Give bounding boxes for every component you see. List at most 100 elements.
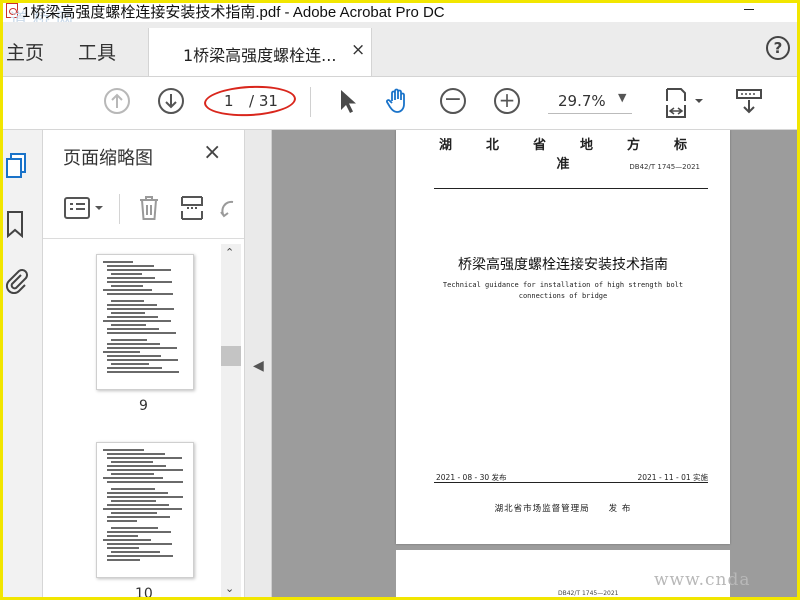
nav-tools[interactable]: 工具 <box>78 38 116 65</box>
thumbnail-text-line <box>107 304 157 306</box>
copy-pages-icon <box>6 153 26 178</box>
thumbnail-text-line <box>111 461 153 463</box>
thumbnail-text-line <box>107 453 165 455</box>
thumbnail-text-line <box>111 527 158 529</box>
document-tab-label: 1桥梁高强度螺栓连... <box>183 46 337 65</box>
zoom-in-icon: + <box>498 88 516 112</box>
panel-toolbar <box>43 182 244 239</box>
trash-icon[interactable] <box>137 194 161 222</box>
thumbnail-text-line <box>111 473 154 475</box>
page-display-button[interactable] <box>664 87 708 118</box>
panel-scrollbar[interactable]: ⌃ ⌄ <box>221 244 241 600</box>
hand-tool-button[interactable] <box>384 87 412 115</box>
thumbnail-text-line <box>107 516 170 518</box>
paperclip-icon <box>5 269 28 295</box>
panel-title: 页面缩略图 <box>63 148 153 169</box>
toolbar: 1 / 31 − + 29.7% ▼ <box>0 77 800 130</box>
document-title-en: Technical guidance for installation of h… <box>442 281 684 300</box>
document-title-cn: 桥梁高强度螺栓连接安装技术指南 <box>458 257 668 273</box>
standard-code: DB42/T 1745—2021 <box>629 163 700 171</box>
thumbnail-text-line <box>107 308 174 310</box>
help-icon[interactable]: ? <box>766 36 790 60</box>
thumbnail-text-line <box>107 343 160 345</box>
thumbnail-text-line <box>107 481 183 483</box>
thumbnail-text-line <box>107 355 161 357</box>
page-display-icon <box>666 88 703 118</box>
thumbnail-text-line <box>107 332 176 334</box>
thumbnail-text-line <box>103 477 163 479</box>
tab-row: 主页 工具 1桥梁高强度螺栓连... × ? <box>0 22 800 77</box>
bookmarks-rail-button[interactable] <box>4 210 26 239</box>
scroll-mode-button[interactable] <box>734 87 764 115</box>
thumbnail-label-9: 9 <box>139 398 148 414</box>
thumbnail-text-line <box>103 289 152 291</box>
footer-rule <box>434 482 708 483</box>
zoom-in-button[interactable]: + <box>494 88 520 114</box>
thumbnail-text-line <box>107 371 179 373</box>
thumbnail-text-line <box>107 535 138 537</box>
arrow-down-icon <box>165 94 177 109</box>
thumbnail-text-line <box>103 508 182 510</box>
thumbnail-text-line <box>107 469 183 471</box>
window-title: 1桥梁高强度螺栓连接安装技术指南.pdf - Adobe Acrobat Pro… <box>22 4 445 21</box>
thumbnail-text-line <box>107 457 182 459</box>
thumbnail-text-line <box>107 316 158 318</box>
insert-page-icon[interactable] <box>179 194 205 222</box>
previous-page-button[interactable] <box>104 88 130 114</box>
thumbnail-text-line <box>107 265 154 267</box>
thumbnail-text-line <box>107 492 168 494</box>
thumbnail-text-line <box>107 531 171 533</box>
zoom-value: 29.7% <box>558 92 606 110</box>
thumbnail-text-line <box>107 547 139 549</box>
thumbnail-text-line <box>111 551 160 553</box>
page-thumbnails-rail-button[interactable] <box>4 152 26 178</box>
minimize-icon[interactable] <box>744 9 754 10</box>
thumbnail-text-line <box>107 367 162 369</box>
scroll-mode-icon <box>736 89 762 114</box>
thumbnail-text-line <box>107 359 178 361</box>
close-tab-icon[interactable]: × <box>351 40 365 60</box>
thumbnail-text-line <box>107 543 172 545</box>
thumbnail-text-line <box>103 449 144 451</box>
thumbnail-text-line <box>107 293 173 295</box>
collapse-panel-icon[interactable]: ◀ <box>253 358 264 374</box>
thumbnails-panel: 页面缩略图 × 9 10 ⌃ ⌄ <box>43 130 245 602</box>
thumbnail-text-line <box>103 351 140 353</box>
thumbnail-text-line <box>111 512 157 514</box>
thumbnail-text-line <box>111 324 146 326</box>
thumbnail-text-line <box>107 465 166 467</box>
thumbnail-text-line <box>111 363 149 365</box>
scroll-down-icon[interactable]: ⌄ <box>225 582 234 595</box>
document-page-1: 湖北省地方标准 DB42/T 1745—2021 桥梁高强度螺栓连接安装技术指南… <box>396 130 730 544</box>
document-view[interactable]: 湖北省地方标准 DB42/T 1745—2021 桥梁高强度螺栓连接安装技术指南… <box>272 130 800 600</box>
thumbnail-text-line <box>111 300 144 302</box>
zoom-level-dropdown[interactable]: 29.7% ▼ <box>548 89 632 114</box>
thumbnail-text-line <box>107 504 169 506</box>
attachments-rail-button[interactable] <box>4 266 28 295</box>
panel-collapse-gutter[interactable]: ◀ <box>245 130 272 600</box>
thumbnail-text-line <box>103 539 151 541</box>
thumbnail-text-line <box>103 320 171 322</box>
close-panel-icon[interactable]: × <box>203 140 221 165</box>
thumbnail-text-line <box>107 347 177 349</box>
thumbnail-text-line <box>111 488 155 490</box>
select-cursor-icon <box>341 90 356 113</box>
thumbnail-text-line <box>111 285 143 287</box>
thumbnail-text-line <box>111 312 145 314</box>
watermark-bottom: www.cnda <box>654 570 751 590</box>
thumbnail-page-10[interactable] <box>96 442 194 578</box>
chevron-down-icon: ▼ <box>618 91 627 104</box>
rotate-icon[interactable] <box>219 198 237 222</box>
thumbnail-text-line <box>107 328 159 330</box>
options-menu-icon[interactable] <box>63 196 105 220</box>
title-bar: 道桥网 1桥梁高强度螺栓连接安装技术指南.pdf - Adobe Acrobat… <box>0 0 800 30</box>
issuer: 湖北省市场监督管理局 发 布 <box>494 504 632 514</box>
document-tab[interactable]: 1桥梁高强度螺栓连... × <box>148 28 372 76</box>
thumbnail-page-9[interactable] <box>96 254 194 390</box>
next-page-button[interactable] <box>158 88 184 114</box>
select-tool-button[interactable] <box>334 87 362 115</box>
nav-home[interactable]: 主页 <box>6 38 44 65</box>
scroll-up-icon[interactable]: ⌃ <box>225 246 234 259</box>
zoom-out-button[interactable]: − <box>440 88 466 114</box>
scrollbar-thumb[interactable] <box>221 346 241 366</box>
